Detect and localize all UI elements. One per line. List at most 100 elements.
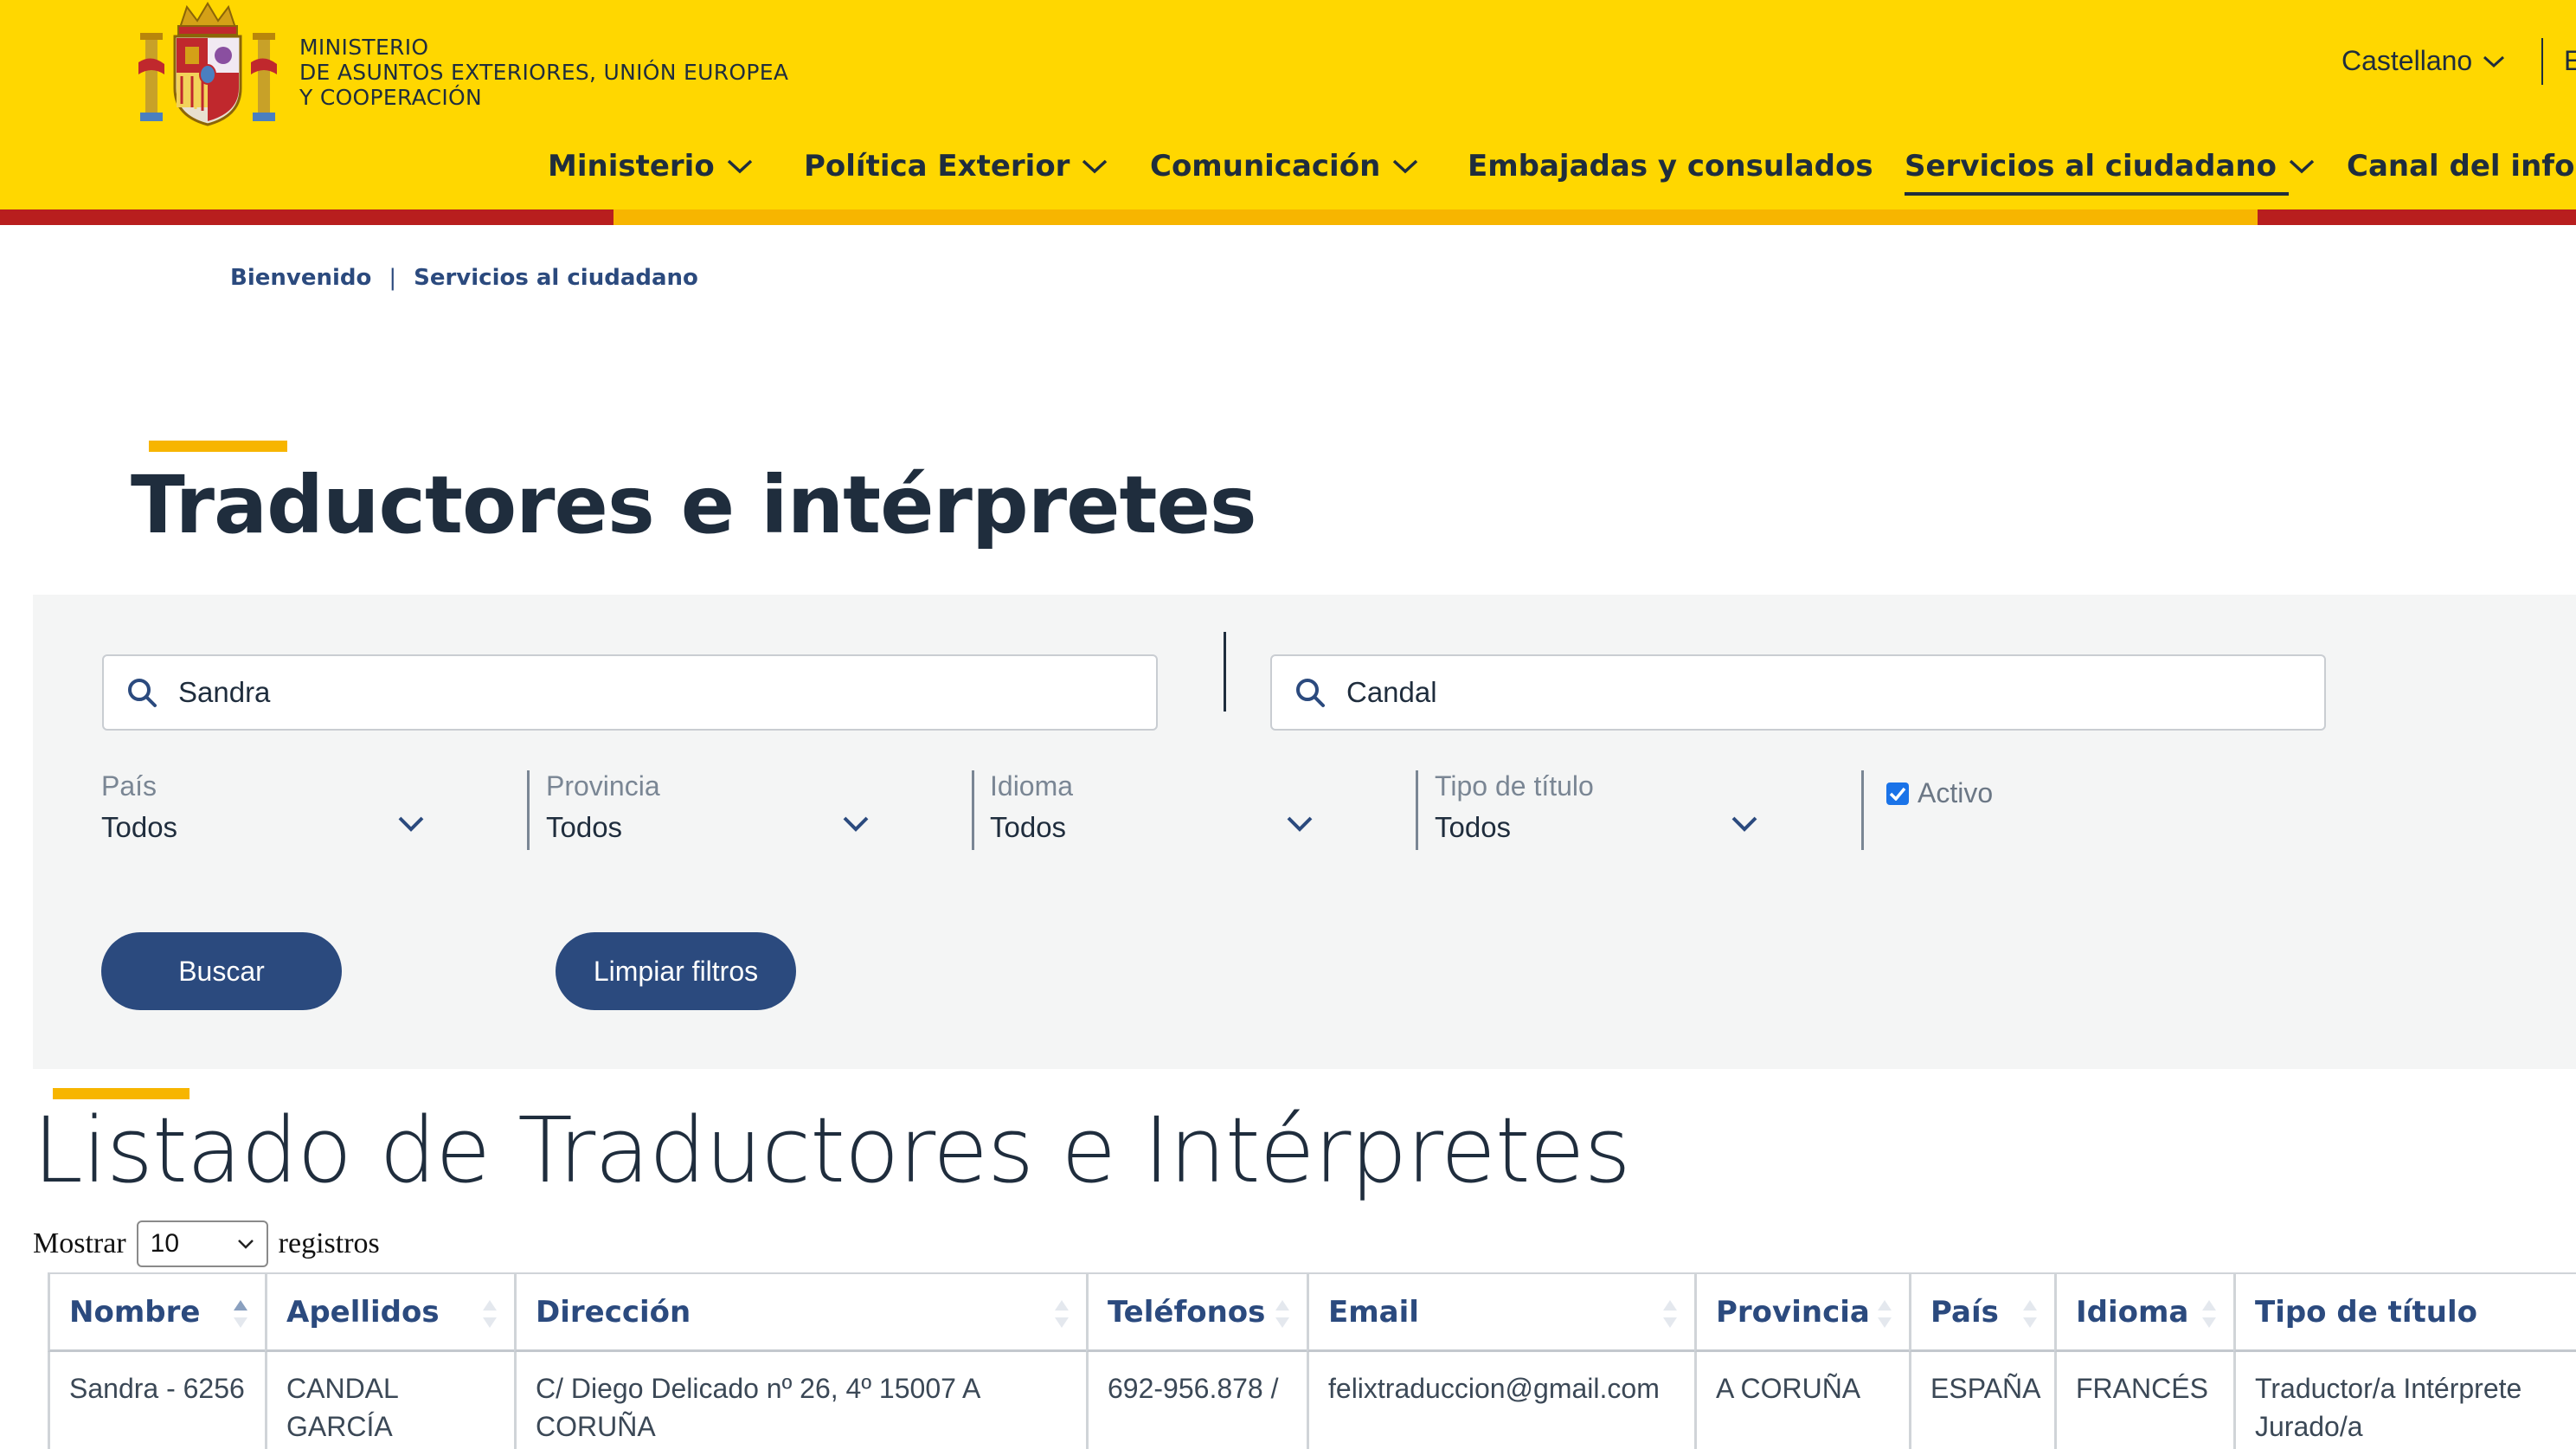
column-header-tipo-titulo[interactable]: Tipo de título — [2233, 1272, 2576, 1352]
page-length-select[interactable]: 10 — [136, 1220, 268, 1267]
site-header — [0, 0, 2576, 225]
activo-label: Activo — [1918, 777, 1994, 808]
filter-pais-label: País — [101, 770, 157, 802]
language-separator — [2541, 38, 2543, 85]
nav-embajadas-consulados-label: Embajadas y consulados — [1468, 149, 1873, 184]
apellidos-search-input[interactable] — [1345, 675, 2300, 710]
column-header-direccion[interactable]: Dirección — [514, 1272, 1086, 1352]
column-header-telefonos[interactable]: Teléfonos — [1086, 1272, 1307, 1352]
coat-of-arms-icon[interactable] — [138, 2, 277, 130]
column-header-label: Email — [1328, 1294, 1419, 1330]
table-cell-email[interactable]: felixtraduccion@gmail.com — [1307, 1352, 1694, 1449]
listing-title: Listado de Traductores e Intérpretes — [33, 1098, 1631, 1203]
filter-divider — [1861, 770, 1864, 850]
filter-tipo-titulo-label: Tipo de título — [1435, 770, 1594, 802]
chevron-down-icon — [1393, 159, 1418, 174]
nav-comunicacion-label: Comunicación — [1150, 149, 1381, 184]
breadcrumb: Bienvenido | Servicios al ciudadano — [230, 265, 698, 291]
table-cell-telefonos: 692-956.878 / — [1086, 1352, 1307, 1449]
nav-servicios-ciudadano-label: Servicios al ciudadano — [1905, 149, 2277, 184]
filter-divider — [1416, 770, 1418, 850]
show-prefix: Mostrar — [33, 1227, 126, 1259]
table-cell-idioma: FRANCÉS — [2054, 1352, 2233, 1449]
translators-table: Nombre Apellidos Dirección Teléfonos Ema… — [48, 1272, 2576, 1449]
nombre-search-field[interactable] — [102, 654, 1158, 731]
search-icon — [1296, 679, 1325, 707]
filter-idioma-label: Idioma — [990, 770, 1074, 802]
filter-idioma[interactable]: Idioma Todos — [990, 770, 1353, 850]
nav-embajadas-consulados[interactable]: Embajadas y consulados — [1468, 149, 1873, 184]
title-accent-bar — [149, 441, 287, 452]
ministry-name[interactable]: MINISTERIO DE ASUNTOS EXTERIORES, UNIÓN … — [299, 35, 836, 110]
column-header-label: Teléfonos — [1108, 1294, 1266, 1330]
filter-provincia-label: Provincia — [546, 770, 660, 802]
chevron-down-icon — [237, 1240, 254, 1249]
filter-pais[interactable]: País Todos — [101, 770, 465, 850]
activo-checkbox[interactable]: Activo — [1886, 777, 1993, 809]
sort-icon — [1878, 1300, 1892, 1328]
nav-canal-informacion-label: Canal del infor — [2347, 149, 2576, 184]
column-header-label: Idioma — [2076, 1294, 2189, 1330]
nav-active-underline — [1905, 192, 2289, 196]
filter-tipo-titulo[interactable]: Tipo de título Todos — [1435, 770, 1798, 850]
language-selector[interactable]: Castellano — [2342, 45, 2505, 77]
nav-ministerio-label: Ministerio — [548, 149, 715, 184]
chevron-down-icon — [727, 159, 752, 174]
search-icon — [128, 679, 157, 707]
nav-ministerio[interactable]: Ministerio — [548, 149, 753, 184]
sort-ascending-icon — [234, 1300, 247, 1328]
chevron-down-icon — [1731, 816, 1757, 832]
column-header-pais[interactable]: País — [1909, 1272, 2054, 1352]
table-cell-nombre: Sandra - 6256 — [48, 1352, 265, 1449]
breadcrumb-home[interactable]: Bienvenido — [230, 265, 371, 291]
breadcrumb-separator: | — [389, 265, 397, 291]
table-cell-pais: ESPAÑA — [1909, 1352, 2054, 1449]
column-header-apellidos[interactable]: Apellidos — [265, 1272, 514, 1352]
show-suffix: registros — [278, 1227, 380, 1259]
filter-divider — [527, 770, 530, 850]
nav-politica-exterior[interactable]: Política Exterior — [804, 149, 1108, 184]
page-length-control: Mostrar 10 registros — [33, 1220, 380, 1267]
chevron-down-icon — [1082, 159, 1108, 174]
language-option-partial[interactable]: E — [2564, 45, 2576, 77]
breadcrumb-current[interactable]: Servicios al ciudadano — [414, 265, 698, 291]
chevron-down-icon — [2289, 159, 2315, 174]
column-header-email[interactable]: Email — [1307, 1272, 1694, 1352]
column-header-label: Nombre — [69, 1294, 201, 1330]
page-length-value: 10 — [150, 1229, 180, 1258]
sort-icon — [483, 1300, 497, 1328]
filter-divider — [972, 770, 974, 850]
chevron-down-icon — [398, 816, 424, 832]
limpiar-filtros-button[interactable]: Limpiar filtros — [556, 932, 796, 1010]
sort-icon — [2202, 1300, 2216, 1328]
ministry-name-line-3: Y COOPERACIÓN — [299, 85, 483, 110]
column-header-label: Apellidos — [286, 1294, 440, 1330]
table-cell-direccion: C/ Diego Delicado nº 26, 4º 15007 A CORU… — [514, 1352, 1086, 1449]
column-header-label: País — [1930, 1294, 1999, 1330]
search-divider — [1224, 632, 1226, 712]
nav-canal-informacion[interactable]: Canal del infor — [2347, 149, 2576, 184]
sort-icon — [1055, 1300, 1069, 1328]
sort-icon — [1275, 1300, 1289, 1328]
column-header-nombre[interactable]: Nombre — [48, 1272, 265, 1352]
chevron-down-icon — [843, 816, 869, 832]
header-stripe-yellow — [613, 209, 2258, 225]
table-cell-tipo-titulo: Traductor/a Intérprete Jurado/a — [2233, 1352, 2576, 1449]
ministry-name-line-2: DE ASUNTOS EXTERIORES, UNIÓN EUROPEA — [299, 60, 789, 85]
filter-provincia[interactable]: Provincia Todos — [546, 770, 909, 850]
checkbox-checked-icon[interactable] — [1886, 782, 1909, 805]
nombre-search-input[interactable] — [177, 675, 1132, 710]
nav-comunicacion[interactable]: Comunicación — [1150, 149, 1418, 184]
buscar-button[interactable]: Buscar — [101, 932, 342, 1010]
sort-icon — [1663, 1300, 1677, 1328]
table-cell-provincia: A CORUÑA — [1694, 1352, 1909, 1449]
nav-servicios-ciudadano[interactable]: Servicios al ciudadano — [1905, 149, 2315, 184]
column-header-provincia[interactable]: Provincia — [1694, 1272, 1909, 1352]
column-header-label: Dirección — [536, 1294, 691, 1330]
column-header-idioma[interactable]: Idioma — [2054, 1272, 2233, 1352]
ministry-name-line-1: MINISTERIO — [299, 35, 429, 60]
apellidos-search-field[interactable] — [1270, 654, 2326, 731]
table-cell-apellidos: CANDAL GARCÍA — [265, 1352, 514, 1449]
language-label: Castellano — [2342, 45, 2473, 76]
column-header-label: Provincia — [1716, 1294, 1870, 1330]
